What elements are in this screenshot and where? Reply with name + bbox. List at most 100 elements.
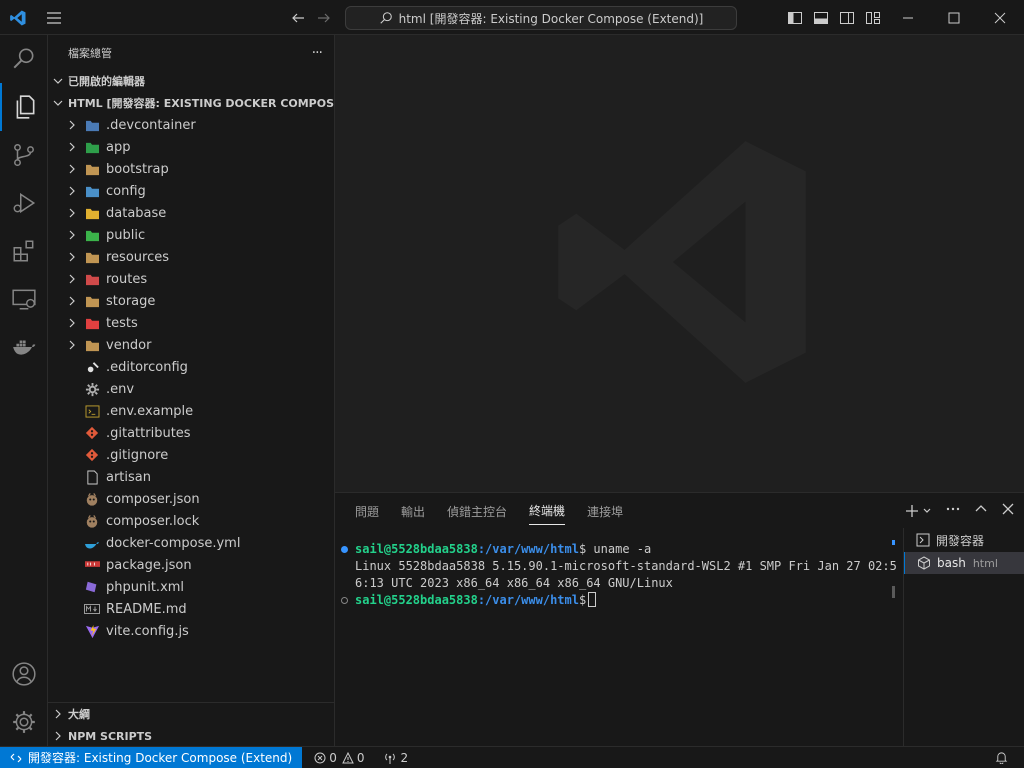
notifications-bell-icon[interactable] <box>989 751 1014 764</box>
problems-indicator[interactable]: 0 0 <box>308 751 370 765</box>
file-item[interactable]: README.md <box>48 598 334 620</box>
file-item[interactable]: .editorconfig <box>48 356 334 378</box>
tree-item-label: phpunit.xml <box>106 579 185 595</box>
minimize-icon[interactable] <box>898 0 918 35</box>
forward-arrow-icon[interactable] <box>314 0 334 35</box>
tree-item-label: .env.example <box>106 403 194 419</box>
toggle-panel-icon[interactable] <box>812 0 830 35</box>
file-item[interactable]: .env <box>48 378 334 400</box>
chevron-right-icon <box>64 251 80 263</box>
tree-item-label: vendor <box>106 337 152 353</box>
database-folder-icon <box>84 205 100 221</box>
chevron-right-icon <box>48 75 68 87</box>
file-item[interactable]: composer.lock <box>48 510 334 532</box>
folder-item[interactable]: tests <box>48 312 334 334</box>
command-center-label: html [開發容器: Existing Docker Compose (Ext… <box>398 11 704 26</box>
folder-item[interactable]: .devcontainer <box>48 114 334 136</box>
tests-folder-icon <box>84 315 100 331</box>
close-icon[interactable] <box>990 0 1010 35</box>
file-item[interactable]: artisan <box>48 466 334 488</box>
tree-item-label: composer.json <box>106 491 200 507</box>
folder-item[interactable]: config <box>48 180 334 202</box>
title-bar: html [開發容器: Existing Docker Compose (Ext… <box>0 0 1024 35</box>
explorer-header: 檔案總管 ··· <box>48 35 334 70</box>
menu-icon[interactable] <box>42 0 66 35</box>
terminal-output[interactable]: sail@5528bdaa5838:/var/www/html$ uname -… <box>335 528 905 747</box>
terminal-scrollbar[interactable] <box>892 528 896 747</box>
tab-ports[interactable]: 連接埠 <box>587 497 623 525</box>
open-editors-label: 已開啟的編輯器 <box>68 75 145 88</box>
tab-debug-console[interactable]: 偵錯主控台 <box>447 497 507 525</box>
command-center-search[interactable]: html [開發容器: Existing Docker Compose (Ext… <box>345 6 737 30</box>
tree-item-label: vite.config.js <box>106 623 189 639</box>
file-item[interactable]: .gitignore <box>48 444 334 466</box>
outline-section[interactable]: 大綱 <box>48 703 335 725</box>
explorer-more-actions[interactable]: ··· <box>312 45 323 61</box>
explorer-icon[interactable] <box>0 83 48 131</box>
terminal-list-item-bash[interactable]: bash html <box>904 552 1024 574</box>
explorer-sidebar: 檔案總管 ··· 已開啟的編輯器 HTML [開發容器: EXISTING DO… <box>48 35 335 746</box>
file-item[interactable]: package.json <box>48 554 334 576</box>
docker-icon[interactable] <box>0 323 48 371</box>
folder-item[interactable]: resources <box>48 246 334 268</box>
toggle-secondary-sidebar-icon[interactable] <box>838 0 856 35</box>
workspace-section[interactable]: HTML [開發容器: EXISTING DOCKER COMPOSE (E..… <box>48 92 334 114</box>
terminal-list-item-devcontainer[interactable]: 開發容器 <box>904 529 1024 551</box>
tab-terminal[interactable]: 終端機 <box>529 496 566 525</box>
tab-output[interactable]: 輸出 <box>401 497 425 525</box>
folder-icon <box>84 337 100 353</box>
terminal-path: :/var/www/html <box>477 542 579 556</box>
terminal-list: 開發容器 bash html <box>903 528 1024 747</box>
close-panel-icon[interactable] <box>1002 503 1014 519</box>
chevron-right-icon <box>64 163 80 175</box>
folder-item[interactable]: app <box>48 136 334 158</box>
tree-item-label: storage <box>106 293 156 309</box>
npm-scripts-section[interactable]: NPM SCRIPTS <box>48 725 335 747</box>
more-actions-icon[interactable] <box>946 502 960 520</box>
file-item[interactable]: composer.json <box>48 488 334 510</box>
folder-item[interactable]: database <box>48 202 334 224</box>
routes-folder-icon <box>84 271 100 287</box>
terminal-line: sail@5528bdaa5838:/var/www/html$ uname -… <box>341 541 905 558</box>
back-arrow-icon[interactable] <box>288 0 308 35</box>
maximize-icon[interactable] <box>944 0 964 35</box>
folder-item[interactable]: bootstrap <box>48 158 334 180</box>
search-view-icon[interactable] <box>0 35 48 83</box>
file-item[interactable]: .env.example <box>48 400 334 422</box>
folder-item[interactable]: storage <box>48 290 334 312</box>
toggle-primary-sidebar-icon[interactable] <box>786 0 804 35</box>
remote-explorer-icon[interactable] <box>0 275 48 323</box>
editorconfig-icon <box>84 359 100 375</box>
tab-problems[interactable]: 問題 <box>355 497 379 525</box>
manage-gear-icon[interactable] <box>0 698 48 746</box>
editor-area[interactable] <box>335 35 1024 492</box>
chevron-right-icon <box>64 229 80 241</box>
folder-item[interactable]: public <box>48 224 334 246</box>
extensions-icon[interactable] <box>0 227 48 275</box>
folder-item[interactable]: vendor <box>48 334 334 356</box>
chevron-right-icon <box>48 708 68 720</box>
source-control-icon[interactable] <box>0 131 48 179</box>
file-item[interactable]: docker-compose.yml <box>48 532 334 554</box>
folder-item[interactable]: routes <box>48 268 334 290</box>
broadcast-icon <box>384 753 395 764</box>
ports-indicator[interactable]: 2 <box>377 751 415 765</box>
new-terminal-icon[interactable] <box>905 504 932 518</box>
file-item[interactable]: phpunit.xml <box>48 576 334 598</box>
chevron-down-icon[interactable] <box>922 506 932 516</box>
folder-icon <box>84 249 100 265</box>
chevron-right-icon <box>64 317 80 329</box>
scrollbar-thumb[interactable] <box>892 586 895 598</box>
vite-icon <box>84 623 100 639</box>
devcontainer-folder-icon <box>84 117 100 133</box>
open-editors-section[interactable]: 已開啟的編輯器 <box>48 70 334 92</box>
maximize-panel-icon[interactable] <box>974 502 988 520</box>
run-debug-icon[interactable] <box>0 179 48 227</box>
remote-indicator[interactable]: 開發容器: Existing Docker Compose (Extend) <box>0 746 303 768</box>
customize-layout-icon[interactable] <box>864 0 882 35</box>
tree-item-label: resources <box>106 249 170 265</box>
file-item[interactable]: vite.config.js <box>48 620 334 642</box>
accounts-icon[interactable] <box>0 650 48 698</box>
tree-item-label: composer.lock <box>106 513 200 529</box>
file-item[interactable]: .gitattributes <box>48 422 334 444</box>
